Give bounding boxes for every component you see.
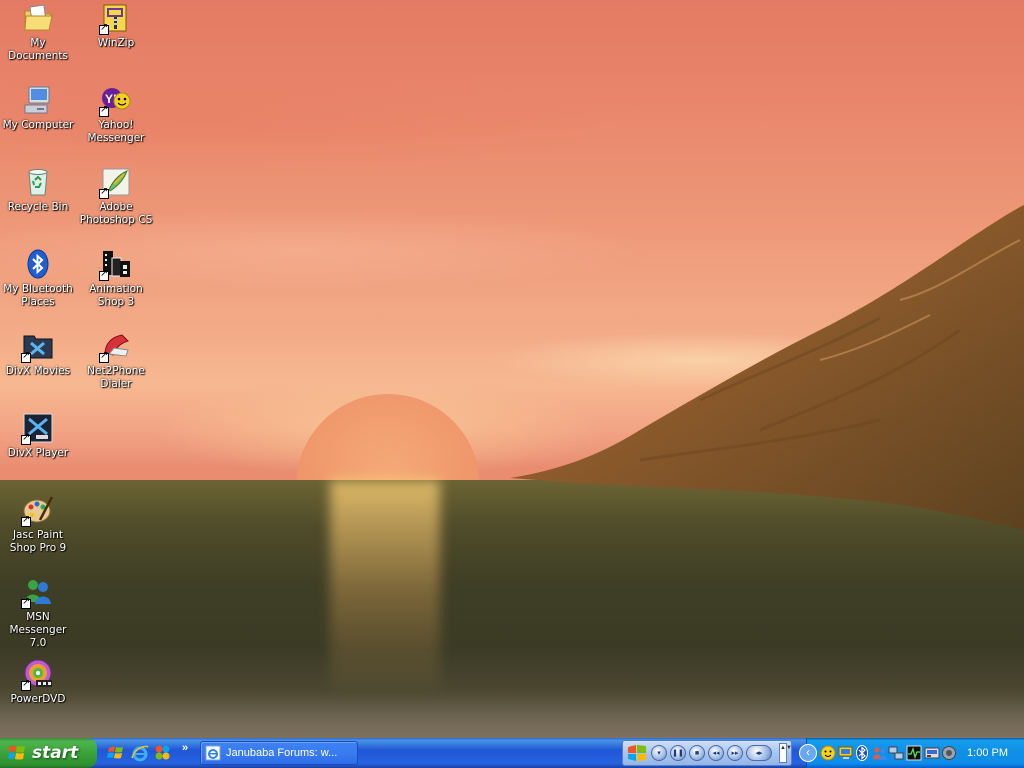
bluetooth-icon xyxy=(22,248,54,280)
recycle-bin-icon xyxy=(22,166,54,198)
bluetooth-tray-icon[interactable] xyxy=(854,745,870,761)
quick-launch-overflow-chevron[interactable]: » xyxy=(182,742,188,754)
media-restore-arrows[interactable]: ▲▼ xyxy=(779,743,792,763)
clock[interactable]: 1:00 PM xyxy=(967,738,1008,768)
task-button-label: Janubaba Forums: w... xyxy=(226,747,338,759)
yahoo-tray-icon[interactable] xyxy=(820,745,836,761)
desktop-icon-recycle-bin[interactable]: Recycle Bin xyxy=(0,166,76,214)
shortcut-arrow-icon xyxy=(21,678,31,691)
photoshop-feather-icon xyxy=(99,166,132,199)
windows-logo-icon xyxy=(8,744,26,762)
media-previous-button[interactable]: ◂◂ xyxy=(708,745,724,761)
paint-palette-icon xyxy=(21,494,54,527)
users-tray-icon[interactable] xyxy=(872,745,888,761)
system-tray: ‹ 1:00 PM xyxy=(799,738,1024,768)
network-tray-icon[interactable] xyxy=(888,745,904,761)
desktop-icon-animation-shop[interactable]: Animation Shop 3 xyxy=(78,248,154,309)
shortcut-arrow-icon xyxy=(21,514,31,527)
media-menu-button[interactable]: ▾ xyxy=(651,745,667,761)
media-player-logo-icon xyxy=(626,744,648,762)
task-button-janubaba-forums[interactable]: Janubaba Forums: w... xyxy=(200,741,358,765)
shortcut-arrow-icon xyxy=(21,596,31,609)
powerdvd-disc-icon xyxy=(21,658,54,691)
quick-launch-internet-explorer-icon[interactable] xyxy=(130,743,150,763)
desktop-icon-adobe-photoshop[interactable]: Adobe Photoshop CS xyxy=(78,166,154,227)
shortcut-arrow-icon xyxy=(21,432,31,445)
desktop-icon-msn-messenger[interactable]: MSN Messenger 7.0 xyxy=(0,576,76,650)
start-label: start xyxy=(32,743,79,763)
media-next-button[interactable]: ▸▸ xyxy=(727,745,743,761)
quick-launch-msn-butterfly-icon[interactable] xyxy=(153,743,173,763)
desktop-icon-divx-movies[interactable]: DivX Movies xyxy=(0,330,76,378)
desktop-icon-my-documents[interactable]: My Documents xyxy=(0,2,76,63)
display-tray-icon[interactable] xyxy=(838,745,854,761)
sound-tray-icon[interactable] xyxy=(941,745,957,761)
desktop-icon-net2phone-dialer[interactable]: Net2Phone Dialer xyxy=(78,330,154,391)
desktop-icon-my-bluetooth-places[interactable]: My Bluetooth Places xyxy=(0,248,76,309)
show-hidden-icons-chevron-icon[interactable]: ‹ xyxy=(799,744,817,762)
yahoo-messenger-icon: Y! xyxy=(99,84,132,117)
divx-movies-icon xyxy=(21,330,54,363)
winzip-icon xyxy=(99,2,132,35)
desktop-icon-powerdvd[interactable]: PowerDVD xyxy=(0,658,76,706)
my-documents-icon xyxy=(22,2,54,34)
desktop-icon-winzip[interactable]: WinZip xyxy=(78,2,154,50)
activity-monitor-tray-icon[interactable] xyxy=(906,745,922,761)
shortcut-arrow-icon xyxy=(21,350,31,363)
desktop-icon-my-computer[interactable]: My Computer xyxy=(0,84,76,132)
shortcut-arrow-icon xyxy=(99,104,109,117)
divx-player-icon xyxy=(21,412,54,445)
start-button[interactable]: start xyxy=(0,738,97,768)
media-play-pause-button[interactable]: ❚❚ xyxy=(670,745,686,761)
taskbar: start » Janubaba Forums: w... ▾ ❚❚ ■ ◂◂ … xyxy=(0,738,1024,768)
telephone-icon xyxy=(99,330,132,363)
desktop-icon-yahoo-messenger[interactable]: Y! Yahoo! Messenger xyxy=(78,84,154,145)
msn-messenger-icon xyxy=(21,576,54,609)
my-computer-icon xyxy=(22,84,54,116)
animation-shop-film-icon xyxy=(99,248,132,281)
tool-tray-icon[interactable] xyxy=(924,745,940,761)
desktop-icon-jasc-paint-shop-pro[interactable]: Jasc Paint Shop Pro 9 xyxy=(0,494,76,555)
internet-explorer-icon xyxy=(205,745,221,761)
shortcut-arrow-icon xyxy=(99,268,109,281)
media-volume-button[interactable]: ◂▸ xyxy=(746,745,772,761)
shortcut-arrow-icon xyxy=(99,186,109,199)
media-stop-button[interactable]: ■ xyxy=(689,745,705,761)
desktop-icon-divx-player[interactable]: DivX Player xyxy=(0,412,76,460)
shortcut-arrow-icon xyxy=(99,350,109,363)
shortcut-arrow-icon xyxy=(99,22,109,35)
quick-launch-windows-logo-icon[interactable] xyxy=(106,743,126,763)
media-player-mini-bar: ▾ ❚❚ ■ ◂◂ ▸▸ ◂▸ ▲▼ xyxy=(622,740,792,766)
